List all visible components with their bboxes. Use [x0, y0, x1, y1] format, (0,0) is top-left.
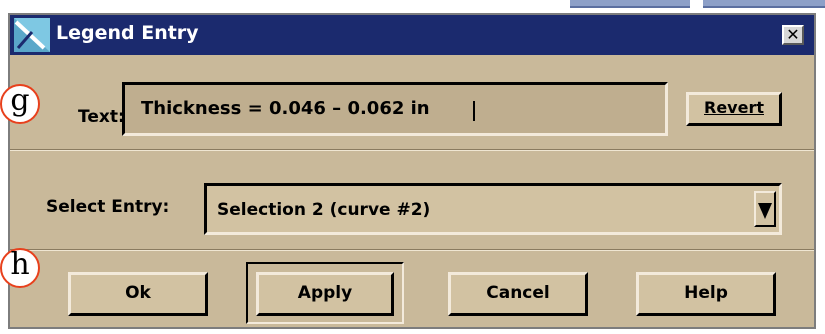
divider	[10, 149, 814, 151]
text-cursor	[473, 101, 475, 121]
background-tab	[703, 0, 825, 8]
cancel-button[interactable]: Cancel	[448, 272, 588, 316]
revert-button[interactable]: Revert	[686, 92, 782, 126]
triangle-down-icon	[758, 203, 772, 219]
legend-entry-dialog: Legend Entry ✕ Text: Thickness = 0.046 –…	[8, 13, 816, 329]
dropdown-arrow-button[interactable]	[754, 191, 776, 227]
annotation-marker-h: h	[0, 248, 40, 288]
legend-entry-app-icon	[14, 18, 50, 52]
ok-button[interactable]: Ok	[68, 272, 208, 316]
legend-text-value: Thickness = 0.046 – 0.062 in	[141, 98, 430, 119]
annotation-marker-g: g	[0, 84, 40, 124]
apply-button[interactable]: Apply	[256, 272, 394, 316]
close-icon: ✕	[786, 25, 800, 44]
window-title: Legend Entry	[56, 22, 199, 44]
divider	[10, 249, 814, 251]
legend-text-input[interactable]: Thickness = 0.046 – 0.062 in	[122, 82, 668, 136]
close-button[interactable]: ✕	[782, 25, 804, 45]
select-entry-value: Selection 2 (curve #2)	[217, 200, 431, 220]
background-tab	[570, 0, 690, 8]
text-label: Text:	[78, 107, 125, 127]
select-entry-dropdown[interactable]: Selection 2 (curve #2)	[204, 183, 782, 235]
background-strip	[0, 0, 825, 8]
select-entry-label: Select Entry:	[46, 197, 170, 217]
help-button[interactable]: Help	[636, 272, 776, 316]
title-bar[interactable]: Legend Entry ✕	[10, 15, 814, 55]
